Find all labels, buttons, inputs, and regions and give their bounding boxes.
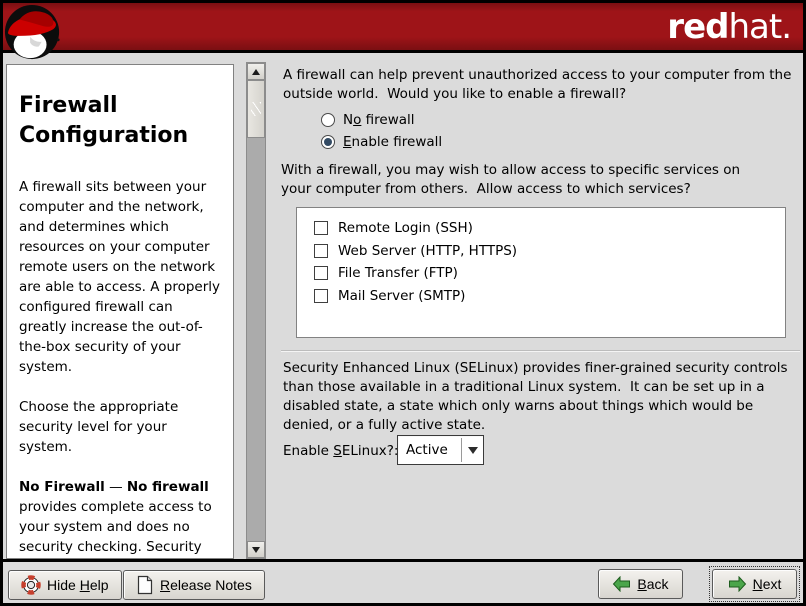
document-icon — [136, 575, 154, 595]
services-intro-text: With a firewall, you may wish to allow a… — [281, 161, 773, 199]
back-label: Back — [637, 576, 668, 592]
hide-help-button[interactable]: Hide Help — [8, 570, 122, 600]
wordmark-hat: hat — [728, 7, 781, 47]
next-button-focus-ring: Next — [709, 566, 800, 602]
radio-button-icon — [321, 113, 335, 127]
chevron-down-icon — [462, 436, 483, 464]
no-firewall-term: No Firewall — [19, 479, 105, 495]
checkbox-label: Remote Login (SSH) — [338, 220, 473, 236]
checkbox-label: Web Server (HTTP, HTTPS) — [338, 243, 517, 259]
selinux-description-text: Security Enhanced Linux (SELinux) provid… — [283, 359, 793, 435]
checkbox-label: Mail Server (SMTP) — [338, 288, 465, 304]
checkbox-remote-login-ssh[interactable]: Remote Login (SSH) — [314, 217, 785, 240]
services-list: Remote Login (SSH) Web Server (HTTP, HTT… — [296, 207, 786, 338]
release-notes-label: Release Notes — [160, 577, 252, 593]
radio-no-firewall-label: No firewall — [343, 112, 415, 128]
radio-no-firewall[interactable]: No firewall — [321, 109, 442, 131]
help-paragraph-3-body: provides complete access to your system … — [19, 499, 212, 559]
checkbox-web-server-http[interactable]: Web Server (HTTP, HTTPS) — [314, 240, 785, 263]
radio-enable-firewall[interactable]: Enable firewall — [321, 131, 442, 153]
arrow-right-icon — [728, 576, 747, 592]
redhat-wordmark: redhat. — [667, 7, 791, 47]
help-paragraph-3: No Firewall — No firewall provides compl… — [19, 477, 223, 559]
help-paragraph-2: Choose the appropriate security level fo… — [19, 397, 223, 457]
hide-help-label: Hide Help — [47, 577, 109, 593]
radio-button-selected-icon — [321, 135, 335, 149]
arrow-up-icon — [252, 69, 260, 75]
checkbox-mail-server-smtp[interactable]: Mail Server (SMTP) — [314, 285, 785, 308]
selinux-dropdown-value: Active — [398, 436, 461, 464]
life-preserver-icon — [21, 575, 41, 595]
firewall-intro-text: A firewall can help prevent unauthorized… — [283, 66, 797, 104]
header-banner: redhat. — [3, 3, 803, 53]
checkbox-label: File Transfer (FTP) — [338, 265, 458, 281]
wordmark-red: red — [667, 7, 728, 47]
no-firewall-term-2: No firewall — [127, 479, 209, 495]
scrollbar-trough[interactable] — [247, 80, 265, 541]
installer-window: redhat. Firewall Configuration A firewal… — [0, 0, 806, 606]
firewall-radio-group: No firewall Enable firewall — [321, 109, 442, 153]
footer-divider — [3, 559, 803, 562]
help-panel-title: Firewall Configuration — [19, 91, 223, 151]
checkbox-file-transfer-ftp[interactable]: File Transfer (FTP) — [314, 262, 785, 285]
next-label: Next — [753, 576, 782, 592]
scroll-up-button[interactable] — [247, 63, 265, 80]
selinux-dropdown[interactable]: Active — [397, 435, 484, 465]
help-scrollbar[interactable] — [246, 62, 266, 559]
selinux-label: Enable SELinux?: — [283, 443, 398, 459]
section-separator — [281, 350, 800, 352]
radio-enable-firewall-label: Enable firewall — [343, 134, 442, 150]
back-button[interactable]: Back — [598, 569, 683, 599]
scroll-down-button[interactable] — [247, 541, 265, 558]
checkbox-icon — [314, 289, 328, 303]
help-panel: Firewall Configuration A firewall sits b… — [6, 64, 234, 559]
checkbox-icon — [314, 221, 328, 235]
next-button[interactable]: Next — [712, 569, 797, 599]
scrollbar-thumb[interactable] — [247, 80, 265, 138]
wordmark-dot: . — [781, 7, 791, 47]
redhat-shadowman-logo-icon — [4, 4, 62, 62]
checkbox-icon — [314, 266, 328, 280]
dash: — — [105, 479, 127, 495]
arrow-down-icon — [252, 547, 260, 553]
arrow-left-icon — [612, 576, 631, 592]
checkbox-icon — [314, 244, 328, 258]
release-notes-button[interactable]: Release Notes — [123, 570, 265, 600]
help-paragraph-1: A firewall sits between your computer an… — [19, 177, 223, 377]
